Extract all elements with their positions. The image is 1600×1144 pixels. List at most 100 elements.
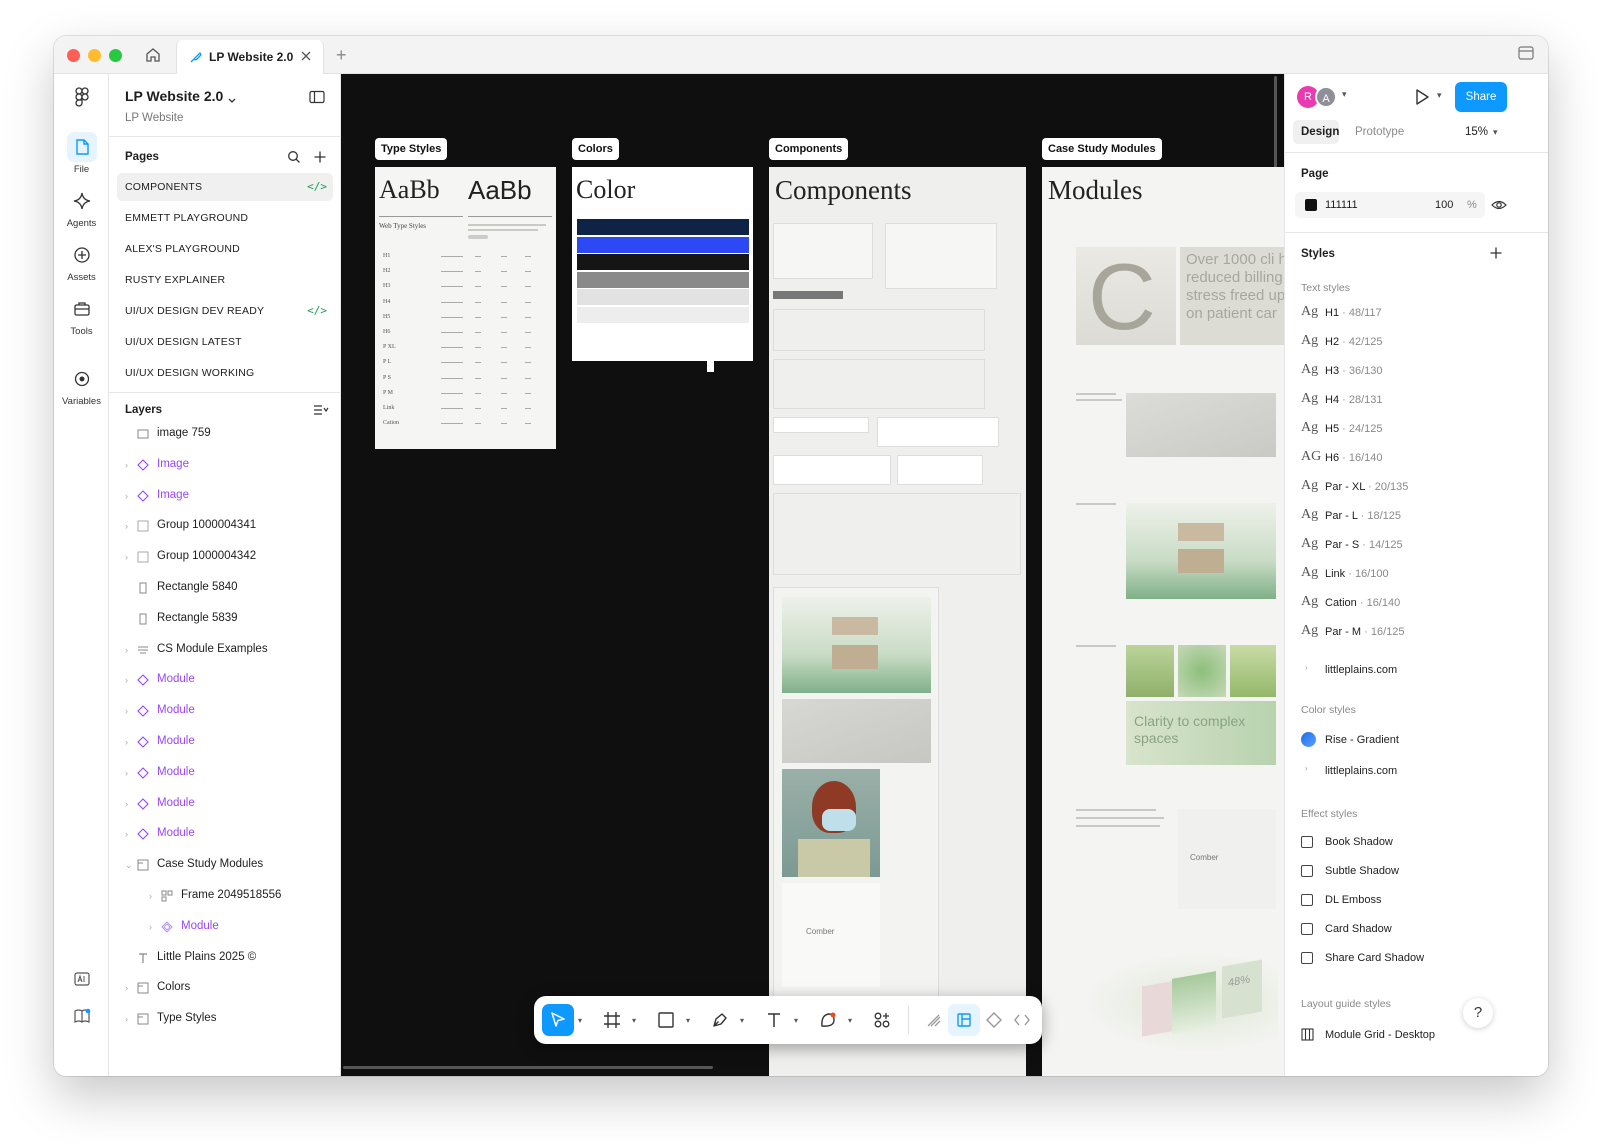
chevron-right-icon[interactable]: › bbox=[125, 1014, 128, 1024]
layer-row[interactable]: › Type Styles bbox=[109, 1004, 340, 1034]
layer-row[interactable]: image 759 bbox=[109, 419, 340, 449]
frame-label-type-styles[interactable]: Type Styles bbox=[375, 138, 448, 160]
chevron-right-icon[interactable]: › bbox=[125, 645, 128, 655]
text-style-row[interactable]: Ag H1 · 48/117 bbox=[1301, 304, 1531, 324]
layer-row[interactable]: › CS Module Examples bbox=[109, 635, 340, 665]
close-tab-icon[interactable] bbox=[299, 49, 313, 63]
layout-style-module-grid[interactable]: Module Grid - Desktop bbox=[1301, 1026, 1501, 1046]
page-item-uiux-working[interactable]: UI/UX DESIGN WORKING bbox=[117, 359, 333, 387]
layer-row[interactable]: › Image bbox=[109, 450, 340, 480]
add-page-icon[interactable] bbox=[313, 150, 327, 164]
search-icon[interactable] bbox=[287, 150, 301, 164]
tab-prototype[interactable]: Prototype bbox=[1355, 126, 1404, 138]
page-opacity[interactable]: 100 bbox=[1435, 199, 1453, 211]
chevron-right-icon[interactable]: › bbox=[125, 675, 128, 685]
effect-style-row[interactable]: Book Shadow bbox=[1301, 834, 1501, 854]
layer-row[interactable]: › Image bbox=[109, 481, 340, 511]
canvas[interactable]: Type Styles AaBb AaBb Web Type Styles H1… bbox=[341, 74, 1284, 1076]
color-swatch[interactable] bbox=[577, 219, 749, 235]
color-style-rise-gradient[interactable]: Rise - Gradient bbox=[1301, 730, 1521, 750]
maximize-window-button[interactable] bbox=[109, 49, 122, 62]
layer-row[interactable]: › Module bbox=[109, 819, 340, 849]
resources-book-icon[interactable] bbox=[54, 1008, 109, 1024]
chevron-right-icon[interactable]: › bbox=[125, 829, 128, 839]
avatar[interactable]: A bbox=[1315, 86, 1337, 108]
add-style-icon[interactable] bbox=[1489, 246, 1503, 260]
text-style-row[interactable]: Ag H3 · 36/130 bbox=[1301, 362, 1531, 382]
layer-row[interactable]: › Module bbox=[109, 696, 340, 726]
effect-style-row[interactable]: Share Card Shadow bbox=[1301, 950, 1501, 970]
color-style-group[interactable]: › littleplains.com bbox=[1301, 762, 1521, 780]
draw-tool[interactable] bbox=[918, 1004, 950, 1036]
rail-agents[interactable]: Agents bbox=[54, 186, 109, 229]
window-layout-icon[interactable] bbox=[1518, 46, 1534, 60]
canvas-horizontal-scrollbar[interactable] bbox=[343, 1066, 713, 1069]
color-swatch[interactable] bbox=[577, 236, 749, 253]
chevron-right-icon[interactable]: › bbox=[149, 922, 152, 932]
page-item-alexs-playground[interactable]: ALEX'S PLAYGROUND bbox=[117, 235, 333, 263]
page-item-components[interactable]: COMPONENTS </> bbox=[117, 173, 333, 201]
layer-row[interactable]: › Module bbox=[109, 912, 340, 942]
color-swatch[interactable] bbox=[577, 289, 749, 305]
frame-label-case-study-modules[interactable]: Case Study Modules bbox=[1042, 138, 1162, 160]
layer-row[interactable]: Rectangle 5839 bbox=[109, 604, 340, 634]
dev-mode-tool[interactable] bbox=[948, 1004, 980, 1036]
text-style-row[interactable]: Ag Par - S · 14/125 bbox=[1301, 536, 1531, 556]
page-item-rusty-explainer[interactable]: RUSTY EXPLAINER bbox=[117, 266, 333, 294]
layer-row[interactable]: › Module bbox=[109, 758, 340, 788]
chevron-right-icon[interactable]: › bbox=[125, 983, 128, 993]
layer-row[interactable]: Little Plains 2025 © bbox=[109, 943, 340, 973]
chevron-down-icon[interactable]: ▾ bbox=[578, 1016, 582, 1025]
pen-tool[interactable] bbox=[704, 1004, 736, 1036]
layers-filter-icon[interactable] bbox=[313, 403, 329, 417]
rail-tools[interactable]: Tools bbox=[54, 294, 109, 337]
figma-menu-icon[interactable] bbox=[54, 86, 109, 108]
case-study-modules-frame[interactable]: Modules C Over 1000 cli have reduced bil… bbox=[1042, 167, 1284, 1076]
text-style-row[interactable]: Ag Par - M · 16/125 bbox=[1301, 623, 1531, 643]
rail-variables[interactable]: Variables bbox=[54, 364, 109, 407]
chevron-right-icon[interactable]: › bbox=[125, 460, 128, 470]
help-button[interactable]: ? bbox=[1463, 998, 1493, 1028]
code-tool[interactable] bbox=[1006, 1004, 1038, 1036]
actions-tool[interactable] bbox=[866, 1004, 898, 1036]
close-window-button[interactable] bbox=[67, 49, 80, 62]
text-style-row[interactable]: Ag Par - L · 18/125 bbox=[1301, 507, 1531, 527]
project-subtitle[interactable]: LP Website bbox=[125, 112, 183, 124]
text-style-row[interactable]: Ag Par - XL · 20/135 bbox=[1301, 478, 1531, 498]
text-style-row[interactable]: Ag Link · 16/100 bbox=[1301, 565, 1531, 585]
layer-row[interactable]: Rectangle 5840 bbox=[109, 573, 340, 603]
text-style-row[interactable]: Ag H4 · 28/131 bbox=[1301, 391, 1531, 411]
chevron-down-icon[interactable]: ▾ bbox=[632, 1016, 636, 1025]
text-tool[interactable] bbox=[758, 1004, 790, 1036]
layer-row[interactable]: › Group 1000004342 bbox=[109, 542, 340, 572]
rectangle-tool[interactable] bbox=[650, 1004, 682, 1036]
page-color-swatch[interactable] bbox=[1305, 199, 1317, 211]
chevron-down-icon[interactable]: ▾ bbox=[1342, 89, 1347, 100]
page-item-uiux-dev-ready[interactable]: UI/UX DESIGN DEV READY </> bbox=[117, 297, 333, 325]
chevron-down-icon[interactable]: ▾ bbox=[794, 1016, 798, 1025]
file-tab[interactable]: LP Website 2.0 bbox=[176, 40, 324, 74]
text-style-group[interactable]: › littleplains.com bbox=[1301, 661, 1521, 679]
chevron-right-icon[interactable]: › bbox=[125, 521, 128, 531]
rail-assets[interactable]: Assets bbox=[54, 240, 109, 283]
frame-label-colors[interactable]: Colors bbox=[572, 138, 619, 160]
ai-badge-icon[interactable] bbox=[54, 972, 109, 986]
chevron-right-icon[interactable]: › bbox=[125, 768, 128, 778]
chevron-right-icon[interactable]: › bbox=[125, 737, 128, 747]
text-style-row[interactable]: Ag Cation · 16/140 bbox=[1301, 594, 1531, 614]
page-item-uiux-latest[interactable]: UI/UX DESIGN LATEST bbox=[117, 328, 333, 356]
color-swatch[interactable] bbox=[577, 306, 749, 323]
home-icon[interactable] bbox=[142, 44, 164, 66]
shape-tool[interactable] bbox=[812, 1004, 844, 1036]
layer-row[interactable]: › Colors bbox=[109, 973, 340, 1003]
layer-row[interactable]: ⌄ Case Study Modules bbox=[109, 850, 340, 880]
chevron-right-icon[interactable]: › bbox=[125, 706, 128, 716]
color-swatch[interactable] bbox=[577, 324, 749, 340]
type-styles-frame[interactable]: AaBb AaBb Web Type Styles H1 H2 H3 H4 H5 H6 P … bbox=[375, 167, 556, 449]
colors-frame[interactable]: Color bbox=[572, 167, 753, 361]
effect-style-row[interactable]: DL Emboss bbox=[1301, 892, 1501, 912]
rail-file[interactable]: File bbox=[54, 132, 109, 175]
text-style-row[interactable]: Ag H2 · 42/125 bbox=[1301, 333, 1531, 353]
effect-style-row[interactable]: Subtle Shadow bbox=[1301, 863, 1501, 883]
color-swatch[interactable] bbox=[577, 271, 749, 288]
